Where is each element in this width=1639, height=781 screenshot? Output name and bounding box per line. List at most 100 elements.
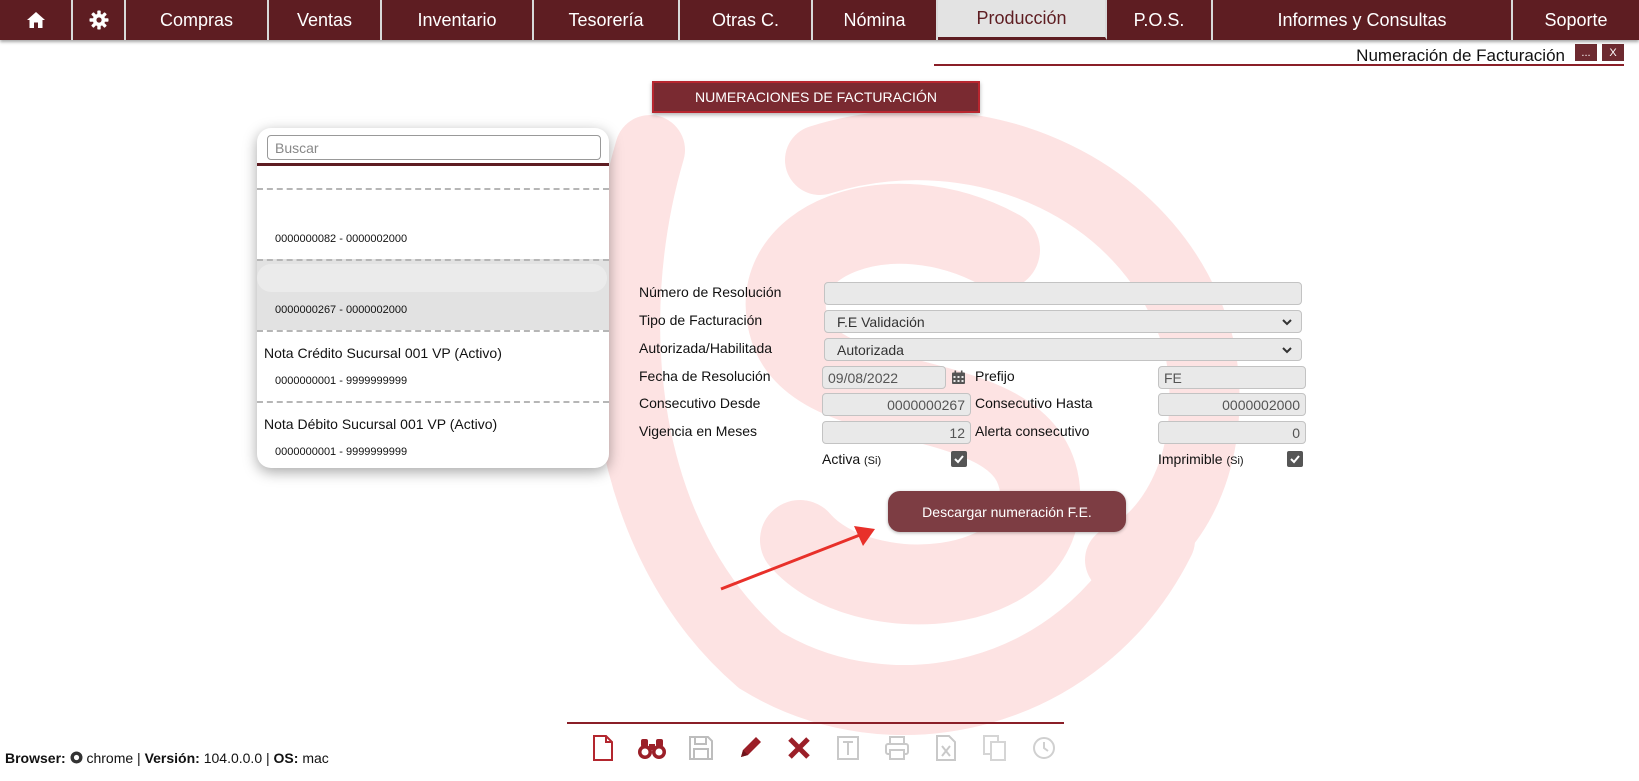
- minimize-button[interactable]: ...: [1575, 44, 1597, 61]
- gear-icon: [89, 10, 109, 30]
- list-item-title: Nota Débito Sucursal 001 VP (Activo): [264, 416, 498, 432]
- authorized-select[interactable]: Autorizada: [824, 338, 1302, 361]
- nav-pos[interactable]: P.O.S.: [1107, 0, 1213, 40]
- checkmark-icon: [1290, 455, 1300, 464]
- home-icon: [26, 11, 46, 29]
- title-divider: [934, 64, 1624, 66]
- copy-button[interactable]: [970, 732, 1019, 764]
- to-field[interactable]: 0000002000: [1158, 393, 1306, 416]
- edit-pencil-icon: [740, 737, 761, 757]
- text-button[interactable]: [823, 732, 872, 764]
- alert-label: Alerta consecutivo: [975, 423, 1090, 439]
- active-checkbox[interactable]: [951, 451, 967, 467]
- list-item[interactable]: 0000000267 - 0000002000: [257, 259, 609, 330]
- calendar-button[interactable]: [946, 366, 971, 389]
- list-item-title: Nota Crédito Sucursal 001 VP (Activo): [264, 345, 502, 361]
- chevron-down-icon: [1282, 319, 1292, 326]
- list-item-range: 0000000001 - 9999999999: [275, 446, 408, 458]
- nav-compras[interactable]: Compras: [126, 0, 269, 40]
- nav-settings[interactable]: [73, 0, 126, 40]
- list-item-highlight: [257, 264, 607, 292]
- browser-value: chrome: [86, 750, 134, 766]
- alert-field[interactable]: 0: [1158, 421, 1306, 444]
- resolution-number-label: Número de Resolución: [639, 284, 782, 300]
- chrome-icon: [70, 751, 83, 764]
- numeration-list-panel: 0000000082 - 0000002000 0000000267 - 000…: [257, 128, 609, 468]
- list-item-range: 0000000267 - 0000002000: [275, 304, 408, 316]
- search-binoculars-icon: [637, 739, 666, 759]
- close-button[interactable]: X: [1602, 44, 1624, 61]
- section-header-button[interactable]: NUMERACIONES DE FACTURACIÓN: [652, 81, 980, 113]
- list-item-range: 0000000001 - 9999999999: [275, 375, 408, 387]
- excel-export-button[interactable]: [921, 732, 970, 764]
- list-item[interactable]: Nota Crédito Sucursal 001 VP (Activo) 00…: [257, 330, 609, 401]
- bottom-toolbar: [578, 732, 1068, 764]
- excel-export-icon: [935, 735, 956, 761]
- printable-hint: (Si): [1226, 455, 1244, 467]
- print-icon: [884, 736, 909, 760]
- from-label: Consecutivo Desde: [639, 395, 761, 411]
- browser-info: Browser: chrome | Versión: 104.0.0.0 | O…: [5, 750, 329, 766]
- printable-label: Imprimible (Si): [1158, 451, 1244, 467]
- search-bar: [257, 128, 609, 166]
- to-label: Consecutivo Hasta: [975, 395, 1093, 411]
- delete-button[interactable]: [774, 732, 823, 764]
- billing-type-select[interactable]: F.E Validación: [824, 310, 1302, 333]
- nav-soporte[interactable]: Soporte: [1513, 0, 1639, 40]
- copy-icon: [982, 735, 1006, 761]
- chevron-down-icon: [1282, 347, 1292, 354]
- authorized-value: Autorizada: [837, 341, 904, 358]
- authorized-label: Autorizada/Habilitada: [639, 340, 773, 356]
- save-button[interactable]: [676, 732, 725, 764]
- annotation-arrow-icon: [720, 526, 875, 591]
- list-item-range: 0000000082 - 0000002000: [275, 233, 408, 245]
- history-icon: [1032, 737, 1055, 759]
- calendar-icon: [952, 370, 965, 384]
- new-document-icon: [592, 735, 613, 761]
- history-button[interactable]: [1019, 732, 1068, 764]
- top-navigation: Compras Ventas Inventario Tesorería Otra…: [0, 0, 1639, 40]
- validity-field[interactable]: 12: [822, 421, 971, 444]
- nav-ventas[interactable]: Ventas: [269, 0, 382, 40]
- browser-label: Browser:: [5, 750, 66, 766]
- window-title: Numeración de Facturación: [1356, 46, 1565, 65]
- save-icon: [688, 736, 713, 760]
- billing-type-label: Tipo de Facturación: [639, 312, 763, 328]
- os-value: mac: [302, 750, 329, 766]
- edit-button[interactable]: [725, 732, 774, 764]
- nav-tesoreria[interactable]: Tesorería: [534, 0, 680, 40]
- delete-x-icon: [787, 737, 810, 759]
- billing-type-value: F.E Validación: [837, 313, 925, 330]
- version-value: 104.0.0.0: [203, 750, 263, 766]
- toolbar-divider: [567, 722, 1064, 724]
- checkmark-icon: [954, 455, 964, 464]
- os-label: OS:: [273, 750, 299, 766]
- from-field[interactable]: 0000000267: [822, 393, 971, 416]
- prefix-field[interactable]: FE: [1158, 366, 1306, 389]
- separator: |: [137, 750, 141, 766]
- search-input[interactable]: [267, 135, 601, 160]
- validity-label: Vigencia en Meses: [639, 423, 758, 439]
- active-hint: (Si): [864, 455, 882, 467]
- separator: |: [266, 750, 270, 766]
- nav-home[interactable]: [0, 0, 73, 40]
- version-label: Versión:: [144, 750, 200, 766]
- printable-checkbox[interactable]: [1287, 451, 1303, 467]
- new-button[interactable]: [578, 732, 627, 764]
- resolution-date-label: Fecha de Resolución: [639, 368, 771, 384]
- watermark-logo: [590, 110, 1240, 735]
- prefix-label: Prefijo: [975, 368, 1015, 384]
- download-numeration-button[interactable]: Descargar numeración F.E.: [888, 491, 1126, 532]
- nav-informes[interactable]: Informes y Consultas: [1213, 0, 1513, 40]
- search-button[interactable]: [627, 732, 676, 764]
- resolution-number-field[interactable]: [824, 282, 1302, 305]
- nav-otras[interactable]: Otras C.: [680, 0, 813, 40]
- nav-nomina[interactable]: Nómina: [813, 0, 938, 40]
- nav-inventario[interactable]: Inventario: [382, 0, 534, 40]
- resolution-date-field[interactable]: 09/08/2022: [822, 366, 946, 389]
- list-item[interactable]: Nota Débito Sucursal 001 VP (Activo) 000…: [257, 401, 609, 468]
- print-button[interactable]: [872, 732, 921, 764]
- list-item[interactable]: 0000000082 - 0000002000: [257, 188, 609, 259]
- nav-produccion[interactable]: Producción: [938, 0, 1107, 40]
- text-icon: [836, 736, 859, 760]
